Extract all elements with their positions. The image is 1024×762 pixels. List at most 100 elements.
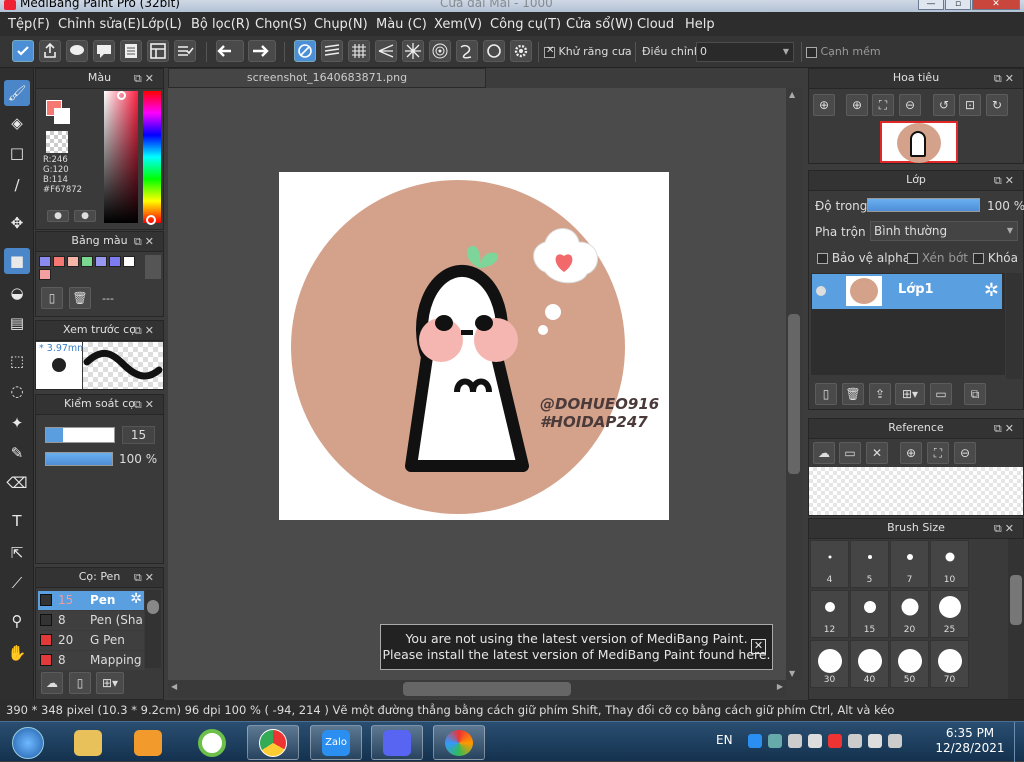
antivirus-tray-icon[interactable]	[828, 734, 842, 748]
eyedropper-icon[interactable]: ⚲	[4, 608, 30, 634]
menu-filter[interactable]: Bộ lọc(R)	[191, 17, 250, 32]
brush-size-slider[interactable]	[45, 427, 115, 443]
merge-layer-icon[interactable]: ⧉	[964, 383, 986, 405]
battery-icon[interactable]	[888, 734, 902, 748]
brush-size-value[interactable]: 15	[122, 426, 155, 444]
bucket-tool-icon[interactable]: ◒	[4, 280, 30, 306]
palette-swatch[interactable]	[123, 256, 135, 267]
palette-swatch[interactable]	[81, 256, 93, 267]
move-tool-icon[interactable]: ✥	[4, 210, 30, 236]
concentric-snap-icon[interactable]	[429, 40, 451, 62]
menu-file[interactable]: Tệp(F)	[8, 17, 50, 32]
menu-cloud[interactable]: Cloud	[637, 17, 674, 32]
reference-fit-icon[interactable]: ⛶	[927, 442, 949, 464]
palette-swatch[interactable]	[53, 256, 65, 267]
minimize-button[interactable]: —	[918, 0, 944, 10]
transparent-color-swatch[interactable]	[46, 131, 68, 153]
lock-option[interactable]: Khóa	[973, 251, 1018, 265]
green-app-icon[interactable]	[186, 725, 238, 760]
new-swatch-icon[interactable]: ▯	[41, 287, 63, 309]
lock-checkbox[interactable]	[973, 253, 984, 264]
alpha-protect-option[interactable]: Bảo vệ alpha	[817, 251, 910, 265]
gradient-tool-icon[interactable]: ▤	[4, 310, 30, 336]
text-tool-icon[interactable]: T	[4, 508, 30, 534]
redo-icon[interactable]	[248, 40, 276, 62]
message-icon[interactable]	[93, 40, 115, 62]
brush-tool-icon[interactable]: 🖌	[4, 80, 30, 106]
document-tab[interactable]: screenshot_1640683871.png	[168, 68, 486, 88]
curve-snap-icon[interactable]	[456, 40, 478, 62]
share-icon[interactable]	[39, 40, 61, 62]
layer-opacity-slider[interactable]	[867, 198, 980, 212]
panel-controls-icon[interactable]: ⧉✕	[994, 70, 1017, 88]
color-mode-alt-icon[interactable]: ●	[74, 210, 96, 222]
magic-wand-icon[interactable]: ✦	[4, 410, 30, 436]
brush-opacity-slider[interactable]	[45, 452, 113, 466]
discord-icon[interactable]	[371, 725, 423, 760]
flag-tray-icon[interactable]	[848, 734, 862, 748]
media-player-icon[interactable]	[122, 725, 174, 760]
palette-swatch[interactable]	[39, 269, 51, 280]
brush-size-cell[interactable]: 12	[810, 590, 849, 638]
brush-list-item[interactable]: 8 Mapping	[38, 651, 144, 670]
hand-tool-icon[interactable]: ✋	[4, 640, 30, 666]
grid-check-icon[interactable]	[174, 40, 196, 62]
saturation-value-picker[interactable]	[104, 91, 138, 223]
line-brush-icon[interactable]: ∕	[4, 172, 30, 198]
show-desktop-button[interactable]	[1014, 722, 1024, 762]
hue-slider[interactable]	[143, 91, 161, 223]
antialias-checkbox[interactable]	[544, 45, 555, 58]
alpha-protect-checkbox[interactable]	[817, 253, 828, 264]
rotate-left-icon[interactable]: ↺	[933, 94, 955, 116]
menu-view[interactable]: Xem(V)	[434, 17, 482, 32]
divide-tool-icon[interactable]: ⟋	[4, 570, 30, 596]
zoom-actual-icon[interactable]: ⊕	[813, 94, 835, 116]
clock[interactable]: 6:35 PM 12/28/2021	[930, 726, 1010, 756]
brush-list-item[interactable]: 15 Pen ✲	[38, 591, 144, 610]
file-explorer-icon[interactable]	[62, 725, 114, 760]
layer-row[interactable]: Lớp1 ✲	[812, 274, 1002, 309]
select-pen-icon[interactable]: ✎	[4, 440, 30, 466]
menu-edit[interactable]: Chỉnh sửa(E)	[58, 17, 141, 32]
brush-size-cell[interactable]: 20	[890, 590, 929, 638]
clipping-checkbox[interactable]	[907, 253, 918, 264]
brush-size-cell[interactable]: 4	[810, 540, 849, 588]
soft-edge-checkbox[interactable]	[806, 46, 817, 58]
medibang-icon[interactable]	[433, 725, 485, 760]
panel-controls-icon[interactable]: ⧉✕	[134, 396, 157, 414]
windows-start-icon[interactable]	[0, 725, 56, 760]
brush-list-item[interactable]: 20 G Pen	[38, 631, 144, 650]
duplicate-layer-icon[interactable]: ⇪	[869, 383, 891, 405]
menu-layer[interactable]: Lớp(L)	[141, 17, 182, 32]
snap-off-icon[interactable]	[294, 40, 316, 62]
menu-select[interactable]: Chọn(S)	[255, 17, 307, 32]
close-button[interactable]: ✕	[972, 0, 1020, 10]
zoom-out-icon[interactable]: ⊖	[899, 94, 921, 116]
parallel-snap-icon[interactable]	[321, 40, 343, 62]
brush-size-cell[interactable]: 15	[850, 590, 889, 638]
panel-controls-icon[interactable]: ⧉✕	[134, 70, 157, 88]
update-notice-line2[interactable]: Please install the latest version of Med…	[381, 647, 772, 663]
brush-size-cell[interactable]: 50	[890, 640, 929, 688]
panel-controls-icon[interactable]: ⧉✕	[134, 233, 157, 251]
new-layer-icon[interactable]: ▯	[815, 383, 837, 405]
reference-open-icon[interactable]: ▭	[839, 442, 861, 464]
radial-snap-icon[interactable]	[402, 40, 424, 62]
network-tray-icon[interactable]	[768, 734, 782, 748]
sv-cursor[interactable]	[117, 91, 126, 100]
update-notice[interactable]: You are not using the latest version of …	[380, 624, 773, 670]
delete-layer-icon[interactable]: 🗑	[842, 383, 864, 405]
close-notice-icon[interactable]: ✕	[751, 639, 766, 654]
zalo-icon[interactable]: Zalo	[310, 725, 362, 760]
panel-controls-icon[interactable]: ⧉✕	[994, 520, 1017, 538]
brush-size-cell[interactable]: 40	[850, 640, 889, 688]
clipping-option[interactable]: Xén bớt	[907, 251, 968, 265]
canvas-vertical-scrollbar[interactable]: ▲ ▼	[786, 88, 802, 680]
soft-edge-option[interactable]: Cạnh mềm	[806, 45, 881, 58]
maximize-button[interactable]: ▫	[945, 0, 971, 10]
zoom-in-icon[interactable]: ⊕	[846, 94, 868, 116]
grid-snap-icon[interactable]	[348, 40, 370, 62]
antialias-option[interactable]: Khử răng cưa	[544, 45, 632, 58]
language-indicator[interactable]: EN	[716, 733, 733, 747]
brush-size-cell[interactable]: 25	[930, 590, 969, 638]
